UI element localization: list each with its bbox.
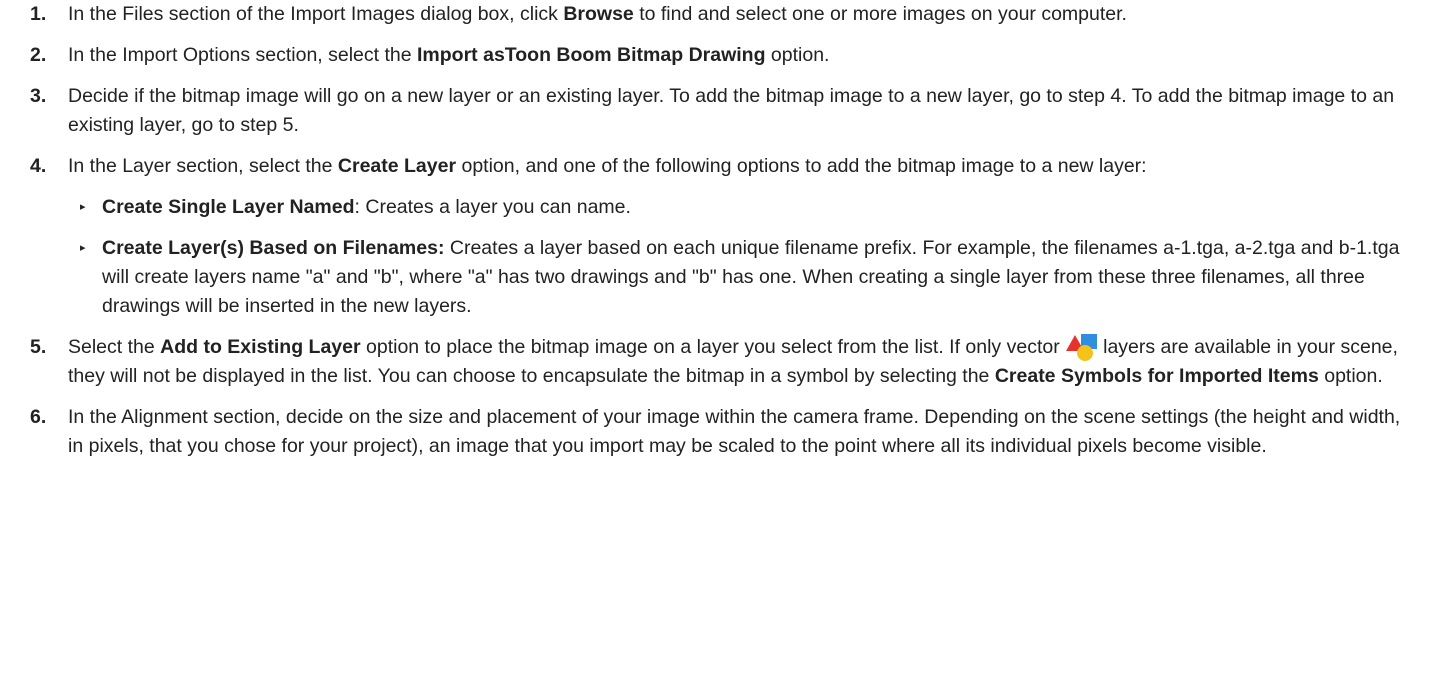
step-text: In the Alignment section, decide on the …	[68, 406, 1401, 457]
step-number: 1.	[30, 3, 47, 25]
step-4: 4. In the Layer section, select the Crea…	[0, 152, 1429, 321]
ui-term-create-symbols: Create Symbols for Imported Items	[994, 365, 1319, 387]
option-bullet-list: ▸ Create Single Layer Named: Creates a l…	[68, 193, 1409, 321]
bullet-arrow-icon: ▸	[80, 201, 86, 213]
step-3: 3. Decide if the bitmap image will go on…	[0, 82, 1429, 140]
step-text: Decide if the bitmap image will go on a …	[68, 85, 1395, 136]
step-text: In the Import Options section, select th…	[68, 41, 1409, 70]
step-2: 2. In the Import Options section, select…	[0, 41, 1429, 70]
step-text-part: option.	[1318, 365, 1383, 387]
step-text: Select the Add to Existing Layer option …	[68, 333, 1409, 391]
step-text-part: option.	[765, 44, 830, 66]
step-6: 6. In the Alignment section, decide on t…	[0, 403, 1429, 461]
ui-term-create-single-layer-named: Create Single Layer Named	[102, 196, 355, 218]
step-text-part: Select the	[68, 336, 161, 358]
step-5: 5. Select the Add to Existing Layer opti…	[0, 333, 1429, 391]
step-text-part: In the Files section of the Import Image…	[68, 3, 564, 25]
step-number: 5.	[30, 336, 47, 358]
step-number: 2.	[30, 44, 47, 66]
ui-term-create-layer: Create Layer	[337, 155, 457, 177]
bullet-item: ▸ Create Layer(s) Based on Filenames: Cr…	[68, 234, 1409, 321]
step-number: 3.	[30, 85, 47, 107]
bullet-text: : Creates a layer you can name.	[354, 196, 631, 218]
instructions-document: 1. In the Files section of the Import Im…	[0, 0, 1429, 696]
bullet-arrow-icon: ▸	[80, 242, 86, 254]
vector-layer-icon	[1065, 333, 1099, 361]
ui-term-import-as-bitmap: Import asToon Boom Bitmap Drawing	[417, 44, 766, 66]
step-number: 6.	[30, 406, 47, 428]
step-text-part: option to place the bitmap image on a la…	[360, 336, 1066, 358]
ui-term-create-layers-based-on-filenames: Create Layer(s) Based on Filenames:	[102, 237, 445, 259]
step-text: In the Layer section, select the Create …	[68, 152, 1409, 321]
step-text-part: In the Import Options section, select th…	[68, 44, 418, 66]
step-text-part: option, and one of the following options…	[456, 155, 1147, 177]
ui-term-browse: Browse	[563, 3, 634, 25]
step-text-part: to find and select one or more images on…	[633, 3, 1127, 25]
step-number: 4.	[30, 155, 47, 177]
step-text-part: In the Layer section, select the	[68, 155, 338, 177]
ui-term-add-to-existing-layer: Add to Existing Layer	[160, 336, 361, 358]
bullet-item: ▸ Create Single Layer Named: Creates a l…	[68, 193, 1409, 222]
step-1: 1. In the Files section of the Import Im…	[0, 0, 1429, 29]
step-text: In the Files section of the Import Image…	[68, 0, 1409, 29]
